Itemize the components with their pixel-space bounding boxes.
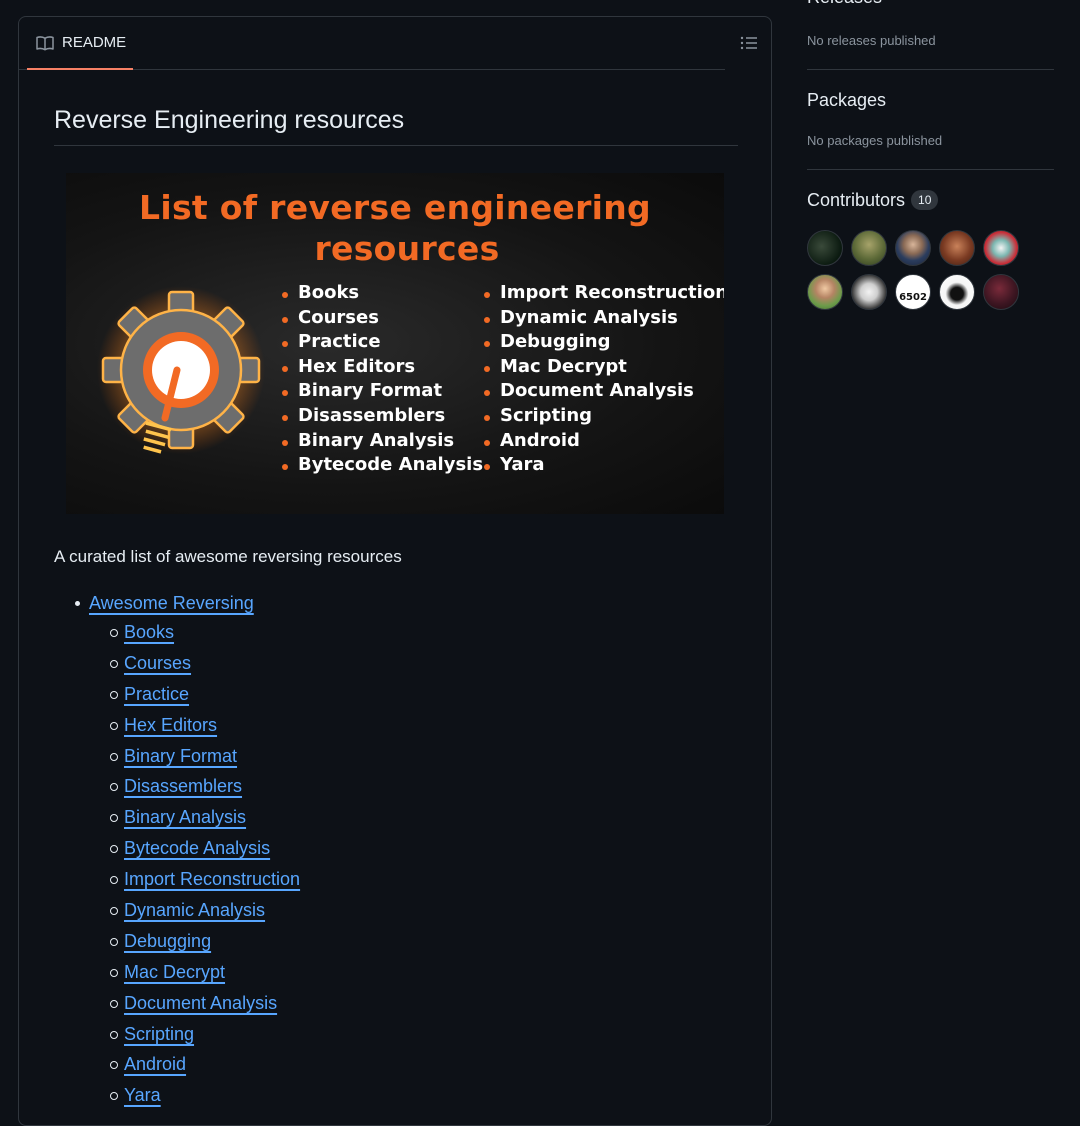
- toc-link[interactable]: Hex Editors: [124, 715, 217, 735]
- gear-icon: [97, 286, 265, 454]
- avatar[interactable]: [807, 274, 843, 310]
- avatar[interactable]: 6502: [895, 274, 931, 310]
- toc-link[interactable]: Binary Format: [124, 746, 237, 766]
- banner-item: Binary Format: [282, 379, 483, 404]
- readme-panel: README Reverse Engineering resources Lis…: [18, 16, 772, 1126]
- contributors-count-badge: 10: [911, 190, 939, 210]
- banner-item: Android: [484, 429, 724, 454]
- toc-item: Bytecode Analysis: [54, 833, 300, 864]
- banner-title-line1: List of reverse engineering: [139, 188, 651, 227]
- toc-item: Courses: [54, 648, 300, 679]
- avatar[interactable]: [939, 230, 975, 266]
- banner-item: Courses: [282, 306, 483, 331]
- banner-list-right: Import Reconstruction Dynamic Analysis D…: [484, 281, 724, 478]
- readme-header: README: [19, 17, 757, 70]
- packages-empty-text: No packages published: [807, 133, 943, 148]
- toc-link[interactable]: Awesome Reversing: [89, 593, 254, 613]
- toc-link[interactable]: Courses: [124, 653, 191, 673]
- toc-link[interactable]: Bytecode Analysis: [124, 838, 270, 858]
- banner-item: Debugging: [484, 330, 724, 355]
- avatar[interactable]: [895, 230, 931, 266]
- readme-title: Reverse Engineering resources: [54, 87, 738, 146]
- banner-item: Mac Decrypt: [484, 355, 724, 380]
- banner-item: Binary Analysis: [282, 429, 483, 454]
- repo-sidebar: Releases No releases published Packages …: [807, 0, 1054, 230]
- readme-description: A curated list of awesome reversing reso…: [54, 547, 402, 566]
- toc-link[interactable]: Books: [124, 622, 174, 642]
- toc-link[interactable]: Disassemblers: [124, 776, 242, 796]
- avatar[interactable]: [807, 230, 843, 266]
- toc-link[interactable]: Dynamic Analysis: [124, 900, 265, 920]
- contributors-heading[interactable]: Contributors 10: [807, 190, 939, 211]
- avatar[interactable]: [939, 274, 975, 310]
- toc-item: Android: [54, 1049, 300, 1080]
- readme-tab-label: README: [62, 34, 127, 51]
- avatar[interactable]: [983, 274, 1019, 310]
- banner-item: Disassemblers: [282, 404, 483, 429]
- banner-item: Scripting: [484, 404, 724, 429]
- toc-item: Mac Decrypt: [54, 957, 300, 988]
- banner-item: Bytecode Analysis: [282, 453, 483, 478]
- contributors-section: Contributors 10: [807, 170, 1054, 230]
- avatar[interactable]: [851, 230, 887, 266]
- toc-item-awesome-reversing: Awesome Reversing: [54, 589, 300, 617]
- toc-item: Disassemblers: [54, 771, 300, 802]
- toc-link[interactable]: Scripting: [124, 1024, 194, 1044]
- packages-heading[interactable]: Packages: [807, 90, 886, 111]
- toc-link[interactable]: Debugging: [124, 931, 211, 951]
- banner-item: Hex Editors: [282, 355, 483, 380]
- toc-item: Practice: [54, 679, 300, 710]
- toc-item: Document Analysis: [54, 988, 300, 1019]
- avatar[interactable]: [851, 274, 887, 310]
- toc-link[interactable]: Mac Decrypt: [124, 962, 225, 982]
- toc-sublist: Books Courses Practice Hex Editors Binar…: [54, 617, 300, 1111]
- releases-heading[interactable]: Releases: [807, 0, 882, 8]
- toc-link[interactable]: Binary Analysis: [124, 807, 246, 827]
- toc-link[interactable]: Practice: [124, 684, 189, 704]
- banner-item: Yara: [484, 453, 724, 478]
- book-icon: [36, 35, 54, 50]
- toc-link[interactable]: Android: [124, 1054, 186, 1074]
- toc-item: Yara: [54, 1080, 300, 1111]
- banner-item: Dynamic Analysis: [484, 306, 724, 331]
- toc-item: Scripting: [54, 1019, 300, 1050]
- toc-item: Binary Format: [54, 741, 300, 772]
- banner-item: Document Analysis: [484, 379, 724, 404]
- toc-link[interactable]: Document Analysis: [124, 993, 277, 1013]
- readme-content: Reverse Engineering resources List of re…: [54, 87, 738, 1105]
- toc-item: Books: [54, 617, 300, 648]
- avatar-badge-text: 6502: [899, 291, 927, 303]
- toc-item: Binary Analysis: [54, 802, 300, 833]
- toc-item: Import Reconstruction: [54, 864, 300, 895]
- banner-title-line2: resources: [314, 229, 500, 268]
- toc-item: Debugging: [54, 926, 300, 957]
- contributors-heading-label: Contributors: [807, 190, 906, 210]
- packages-section: Packages No packages published: [807, 70, 1054, 170]
- toc-item: Dynamic Analysis: [54, 895, 300, 926]
- toc-link[interactable]: Yara: [124, 1085, 161, 1105]
- releases-empty-text: No releases published: [807, 33, 936, 48]
- toc-link[interactable]: Import Reconstruction: [124, 869, 300, 889]
- avatar[interactable]: [983, 230, 1019, 266]
- list-unordered-icon[interactable]: [739, 33, 759, 53]
- releases-section: Releases No releases published: [807, 0, 1054, 70]
- banner-item: Practice: [282, 330, 483, 355]
- banner-list-left: Books Courses Practice Hex Editors Binar…: [282, 281, 483, 478]
- banner-item: Books: [282, 281, 483, 306]
- table-of-contents: Awesome Reversing Books Courses Practice…: [54, 589, 300, 1111]
- banner-item: Import Reconstruction: [484, 281, 724, 306]
- readme-tab[interactable]: README: [27, 17, 133, 70]
- toc-item: Hex Editors: [54, 710, 300, 741]
- readme-banner-image: List of reverse engineering resources Bo…: [66, 173, 724, 514]
